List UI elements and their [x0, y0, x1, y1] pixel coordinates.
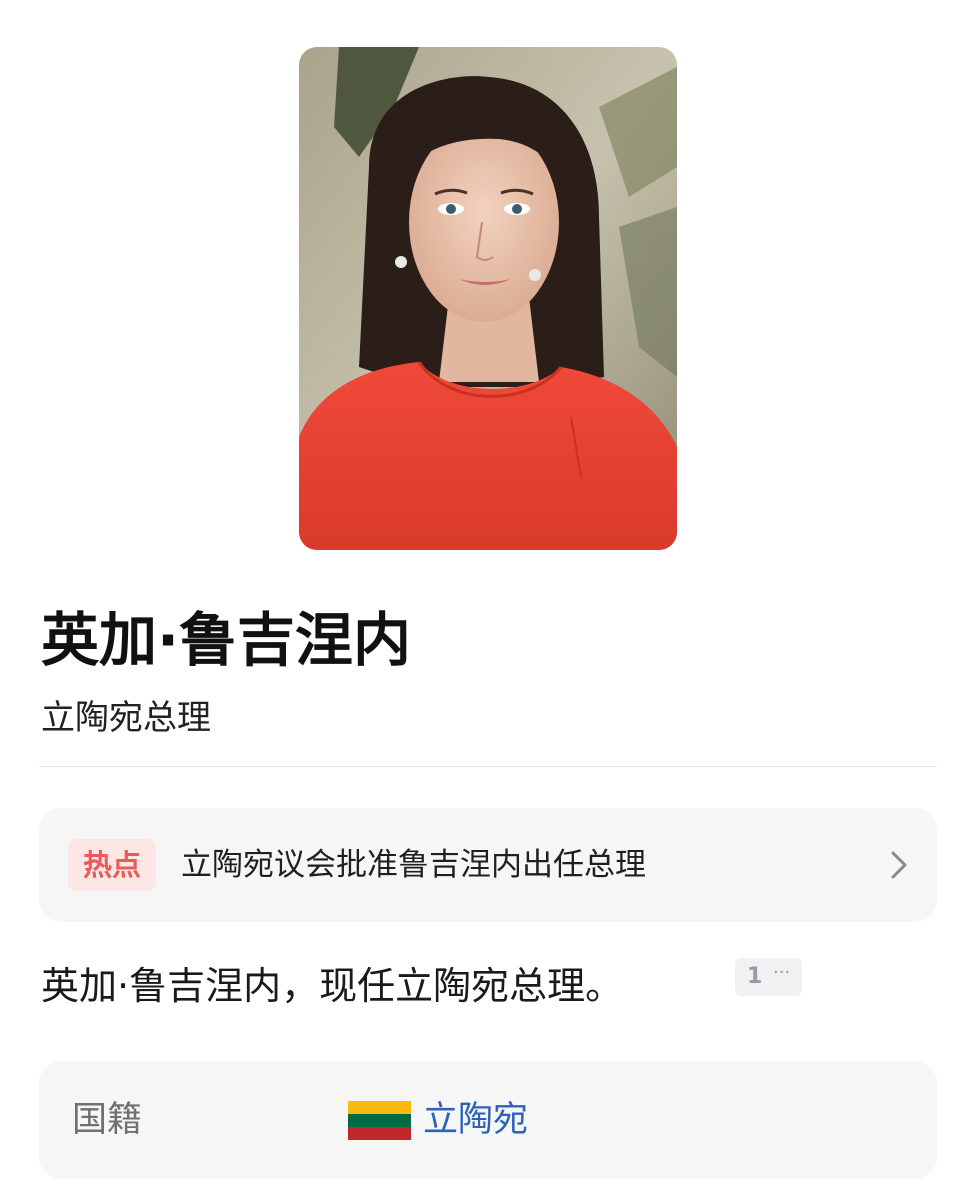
reference-more-icon: ··· [773, 962, 791, 983]
nationality-label: 国籍 [72, 1100, 143, 1140]
hot-topic-card[interactable]: 热点 立陶宛议会批准鲁吉涅内出任总理 [39, 808, 937, 922]
hot-topic-headline: 立陶宛议会批准鲁吉涅内出任总理 [181, 847, 646, 883]
reference-number: 1 [747, 964, 763, 989]
lithuania-flag-icon [348, 1101, 411, 1140]
portrait-photo[interactable] [299, 47, 677, 550]
info-card: 国籍 立陶宛 [39, 1061, 937, 1179]
hot-badge: 热点 [68, 839, 156, 891]
reference-badge[interactable]: 1 ··· [735, 958, 802, 996]
summary-text: 英加·鲁吉涅内，现任立陶宛总理。 [41, 964, 624, 1008]
chevron-right-icon [891, 851, 907, 879]
nationality-value-link[interactable]: 立陶宛 [423, 1097, 528, 1143]
divider [39, 766, 937, 767]
person-name: 英加·鲁吉涅内 [41, 606, 412, 674]
person-title: 立陶宛总理 [41, 698, 211, 738]
